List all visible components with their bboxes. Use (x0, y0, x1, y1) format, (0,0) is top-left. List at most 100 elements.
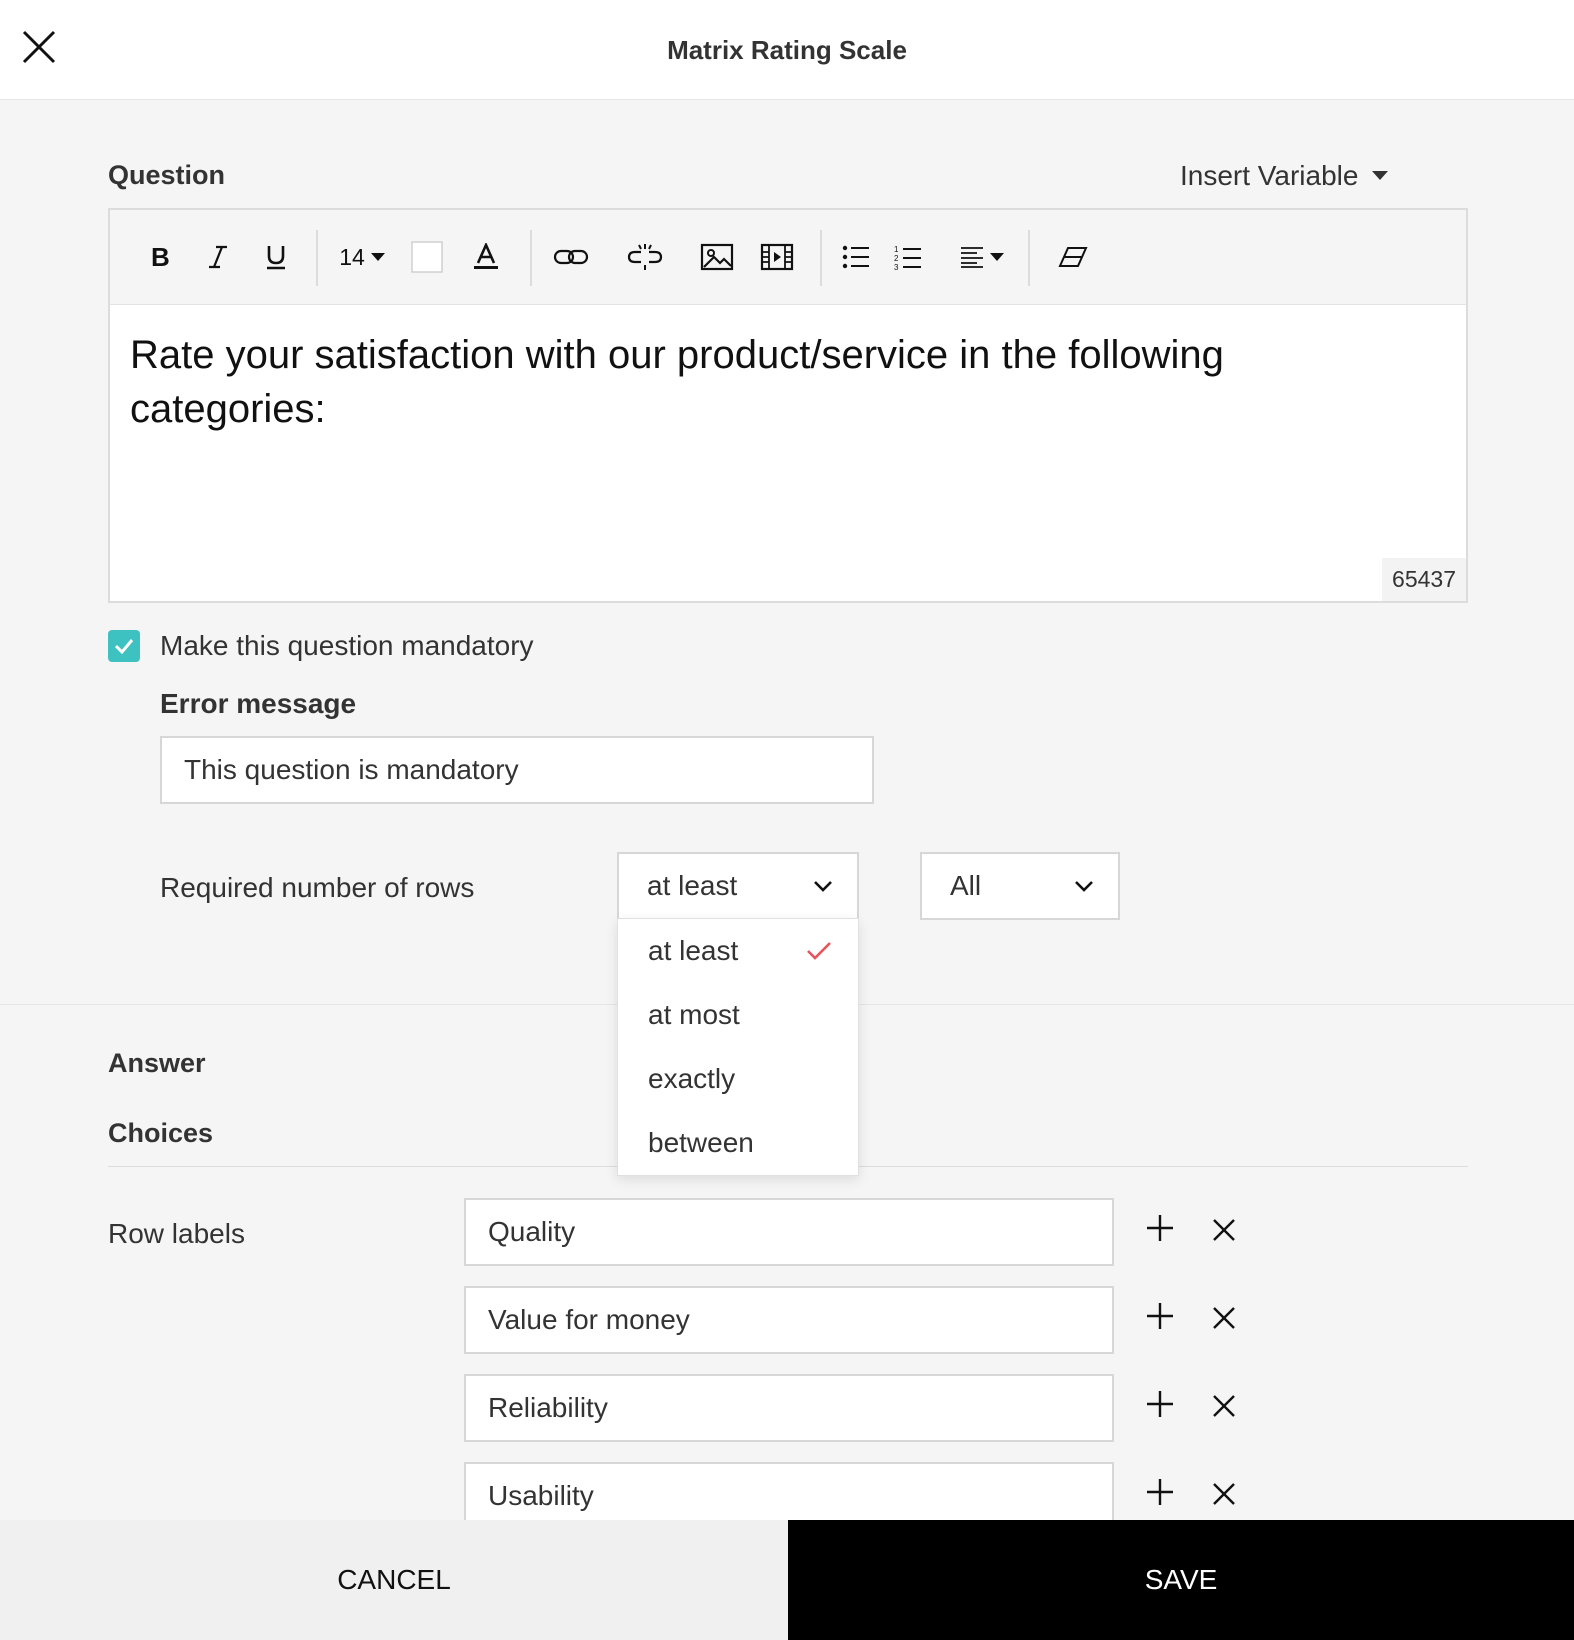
plus-icon (1147, 1479, 1173, 1505)
image-icon (700, 243, 734, 271)
close-button[interactable] (18, 26, 60, 68)
plus-icon (1147, 1215, 1173, 1241)
dropdown-option-label: exactly (648, 1063, 736, 1094)
close-icon (22, 30, 56, 64)
cancel-button[interactable]: CANCEL (0, 1520, 788, 1640)
bulleted-list-icon (842, 245, 869, 269)
required-rows-comparator-select[interactable]: at least (617, 852, 859, 920)
modal-footer: CANCEL SAVE (0, 1520, 1574, 1640)
close-icon (1213, 1395, 1235, 1417)
font-size-value: 14 (339, 243, 365, 270)
toolbar-separator (530, 230, 532, 286)
bold-icon: B (151, 244, 170, 270)
row-label-input[interactable]: Reliability (464, 1374, 1114, 1442)
toolbar-separator (1028, 230, 1030, 286)
error-message-value: This question is mandatory (184, 754, 519, 785)
italic-button[interactable] (198, 236, 238, 278)
caret-down-icon (370, 252, 385, 261)
dropdown-option-exactly[interactable]: exactly (618, 1047, 858, 1111)
numbered-list-icon: 123 (894, 245, 921, 270)
add-row-button[interactable] (1140, 1208, 1180, 1248)
remove-row-button[interactable] (1204, 1386, 1244, 1426)
svg-text:1: 1 (894, 245, 899, 254)
question-text[interactable]: Rate your satisfaction with our product/… (130, 328, 1430, 436)
bold-button[interactable]: B (140, 236, 180, 278)
insert-image-button[interactable] (694, 236, 740, 278)
svg-text:B: B (151, 244, 170, 270)
comparator-dropdown-menu: at least at most exactly between (617, 918, 859, 1176)
text-color-button[interactable] (466, 236, 506, 278)
dropdown-option-between[interactable]: between (618, 1111, 858, 1175)
mandatory-checkbox[interactable] (108, 630, 140, 662)
remove-row-button[interactable] (1204, 1298, 1244, 1338)
close-icon (1213, 1307, 1235, 1329)
required-rows-count-select[interactable]: All (920, 852, 1120, 920)
comparator-value: at least (647, 870, 738, 901)
close-icon (1213, 1483, 1235, 1505)
row-label-value: Reliability (488, 1392, 608, 1423)
svg-text:2: 2 (894, 254, 899, 263)
text-color-icon (474, 243, 498, 269)
insert-link-button[interactable] (546, 236, 596, 278)
dropdown-option-label: at least (648, 935, 739, 966)
required-rows-label: Required number of rows (160, 872, 475, 903)
insert-variable-dropdown[interactable]: Insert Variable (1180, 160, 1389, 192)
clear-formatting-button[interactable] (1050, 236, 1096, 278)
numbered-list-button[interactable]: 123 (888, 236, 928, 278)
color-swatch-icon (411, 241, 443, 273)
modal-title: Matrix Rating Scale (667, 35, 907, 65)
dropdown-option-at-most[interactable]: at most (618, 983, 858, 1047)
remove-link-button[interactable] (620, 236, 670, 278)
editor-toolbar: B 14 1 2 3 (110, 210, 1466, 305)
remove-row-button[interactable] (1204, 1474, 1244, 1514)
bulleted-list-button[interactable] (836, 236, 876, 278)
dropdown-option-label: between (648, 1127, 754, 1158)
count-value: All (950, 870, 982, 901)
row-label-value: Value for money (488, 1304, 690, 1335)
plus-icon (1147, 1391, 1173, 1417)
caret-down-icon (990, 252, 1004, 261)
mandatory-label: Make this question mandatory (160, 630, 534, 661)
row-label-value: Quality (488, 1216, 576, 1247)
caret-down-icon (1372, 171, 1389, 180)
row-label-value: Usability (488, 1480, 594, 1511)
dropdown-option-label: at most (648, 999, 740, 1030)
underline-button[interactable] (256, 236, 296, 278)
remove-row-button[interactable] (1204, 1210, 1244, 1250)
toolbar-separator (316, 230, 318, 286)
question-section-label: Question (108, 160, 226, 190)
unlink-icon (627, 244, 663, 270)
row-label-input[interactable]: Quality (464, 1198, 1114, 1266)
align-dropdown-button[interactable] (956, 236, 1008, 278)
checkmark-icon (114, 639, 134, 654)
svg-text:3: 3 (894, 263, 899, 270)
insert-variable-label: Insert Variable (1180, 160, 1359, 191)
add-row-button[interactable] (1140, 1384, 1180, 1424)
font-size-select[interactable]: 14 (332, 236, 392, 278)
save-button[interactable]: SAVE (788, 1520, 1574, 1640)
chevron-down-icon (814, 881, 832, 892)
error-message-input[interactable]: This question is mandatory (160, 736, 874, 804)
row-labels-label: Row labels (108, 1218, 245, 1249)
italic-icon (209, 245, 227, 269)
modal-header: Matrix Rating Scale (0, 0, 1574, 100)
choices-label: Choices (108, 1118, 214, 1148)
checkmark-icon (807, 942, 831, 960)
align-left-icon (961, 247, 983, 268)
add-row-button[interactable] (1140, 1472, 1180, 1512)
chevron-down-icon (1075, 881, 1093, 892)
error-message-label: Error message (160, 688, 357, 719)
close-icon (1213, 1219, 1235, 1241)
background-color-button[interactable] (410, 236, 444, 278)
link-icon (553, 249, 589, 265)
underline-icon (267, 246, 285, 270)
character-count: 65437 (1382, 558, 1466, 601)
eraser-icon (1058, 247, 1088, 267)
plus-icon (1147, 1303, 1173, 1329)
add-row-button[interactable] (1140, 1296, 1180, 1336)
question-editor: B 14 1 2 3 Rate your satisfaction with o… (108, 208, 1468, 603)
insert-video-button[interactable] (754, 236, 800, 278)
dropdown-option-at-least[interactable]: at least (618, 919, 858, 983)
row-label-input[interactable]: Value for money (464, 1286, 1114, 1354)
video-icon (760, 243, 794, 271)
